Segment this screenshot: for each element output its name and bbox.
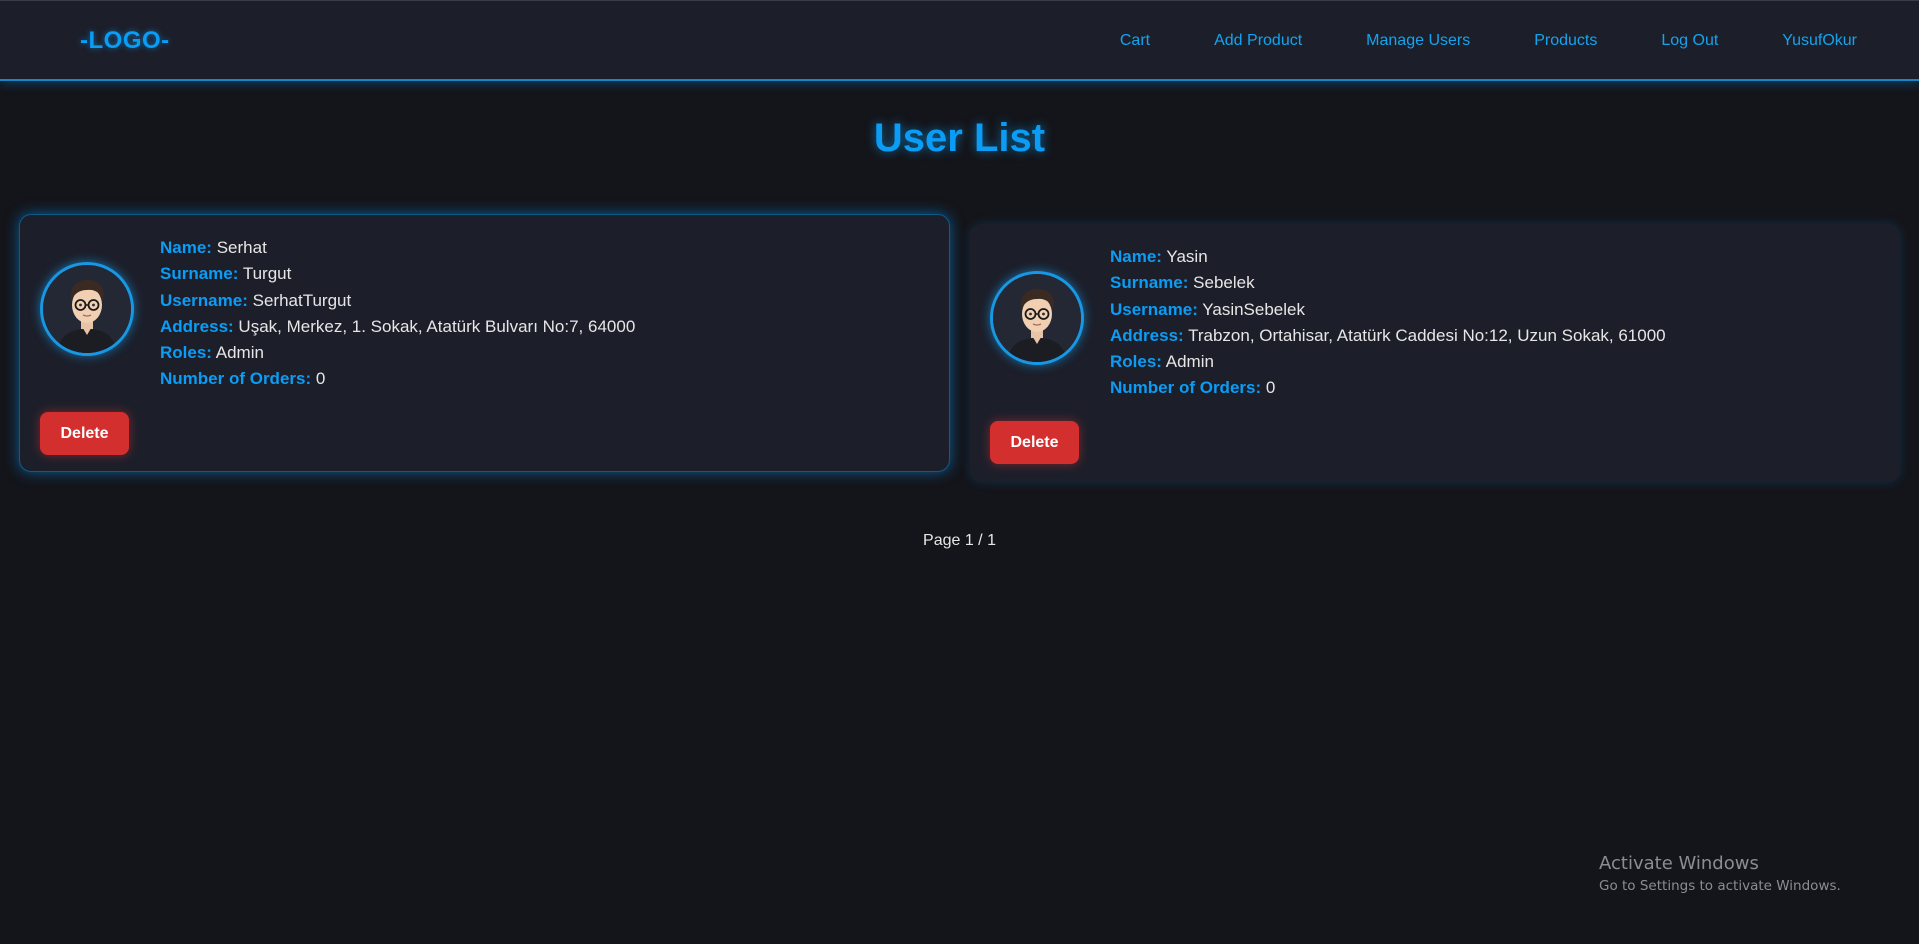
user-address: Trabzon, Ortahisar, Atatürk Caddesi No:1… [1188, 325, 1666, 345]
field-label: Number of Orders: [1110, 378, 1262, 398]
user-roles-row: Roles: Admin [160, 340, 635, 366]
user-card: Name: Yasin Surname: Sebelek Username: Y… [970, 224, 1900, 482]
nav-link-cart[interactable]: Cart [1120, 32, 1150, 50]
field-label: Address: [1110, 325, 1184, 345]
user-orders-row: Number of Orders: 0 [160, 366, 635, 392]
user-roles: Admin [1165, 352, 1214, 372]
user-address: Uşak, Merkez, 1. Sokak, Atatürk Bulvarı … [238, 316, 636, 336]
delete-button[interactable]: Delete [990, 421, 1079, 464]
nav-link-manage-users[interactable]: Manage Users [1366, 32, 1470, 50]
user-address-row: Address: Uşak, Merkez, 1. Sokak, Atatürk… [160, 314, 635, 340]
user-username-row: Username: SerhatTurgut [160, 288, 635, 314]
user-surname-row: Surname: Sebelek [1110, 270, 1666, 296]
user-surname-row: Surname: Turgut [160, 261, 635, 287]
user-card: Name: Serhat Surname: Turgut Username: S… [19, 214, 950, 472]
nav-link-user-profile[interactable]: YusufOkur [1782, 32, 1857, 50]
field-label: Username: [1110, 299, 1198, 319]
field-label: Surname: [160, 264, 239, 284]
activate-windows-watermark: Activate Windows Go to Settings to activ… [1599, 853, 1841, 894]
user-name-row: Name: Serhat [160, 235, 635, 261]
user-name-row: Name: Yasin [1110, 244, 1666, 270]
user-roles-row: Roles: Admin [1110, 349, 1666, 375]
field-label: Number of Orders: [160, 369, 312, 389]
nav-link-products[interactable]: Products [1534, 32, 1597, 50]
user-username: SerhatTurgut [252, 290, 352, 310]
user-info: Name: Serhat Surname: Turgut Username: S… [160, 235, 635, 393]
user-orders: 0 [1265, 378, 1276, 398]
field-label: Surname: [1110, 273, 1189, 293]
logo[interactable]: -LOGO- [80, 27, 170, 55]
user-avatar-icon [990, 271, 1084, 365]
user-orders-row: Number of Orders: 0 [1110, 375, 1666, 401]
user-roles: Admin [215, 343, 264, 363]
watermark-title: Activate Windows [1599, 853, 1759, 874]
field-label: Roles: [1110, 352, 1162, 372]
user-address-row: Address: Trabzon, Ortahisar, Atatürk Cad… [1110, 323, 1666, 349]
nav-link-add-product[interactable]: Add Product [1214, 32, 1302, 50]
user-info: Name: Yasin Surname: Sebelek Username: Y… [1110, 244, 1666, 402]
user-surname: Turgut [242, 264, 292, 284]
field-label: Name: [1110, 247, 1162, 266]
navbar: -LOGO- Cart Add Product Manage Users Pro… [0, 0, 1919, 79]
user-name: Serhat [216, 238, 267, 257]
field-label: Roles: [160, 343, 212, 363]
user-name: Yasin [1166, 247, 1208, 266]
user-username: YasinSebelek [1202, 299, 1305, 319]
page-title: User List [873, 116, 1046, 160]
field-label: Address: [160, 316, 234, 336]
field-label: Name: [160, 238, 212, 257]
watermark-subtitle: Go to Settings to activate Windows. [1599, 878, 1841, 894]
user-username-row: Username: YasinSebelek [1110, 297, 1666, 323]
user-avatar-icon [40, 262, 134, 356]
user-surname: Sebelek [1193, 273, 1255, 293]
user-orders: 0 [315, 369, 326, 389]
delete-button[interactable]: Delete [40, 412, 129, 455]
nav-links: Cart Add Product Manage Users Products L… [1056, 1, 1857, 80]
pagination-indicator: Page 1 / 1 [923, 532, 996, 549]
nav-link-log-out[interactable]: Log Out [1661, 32, 1718, 50]
field-label: Username: [160, 290, 248, 310]
